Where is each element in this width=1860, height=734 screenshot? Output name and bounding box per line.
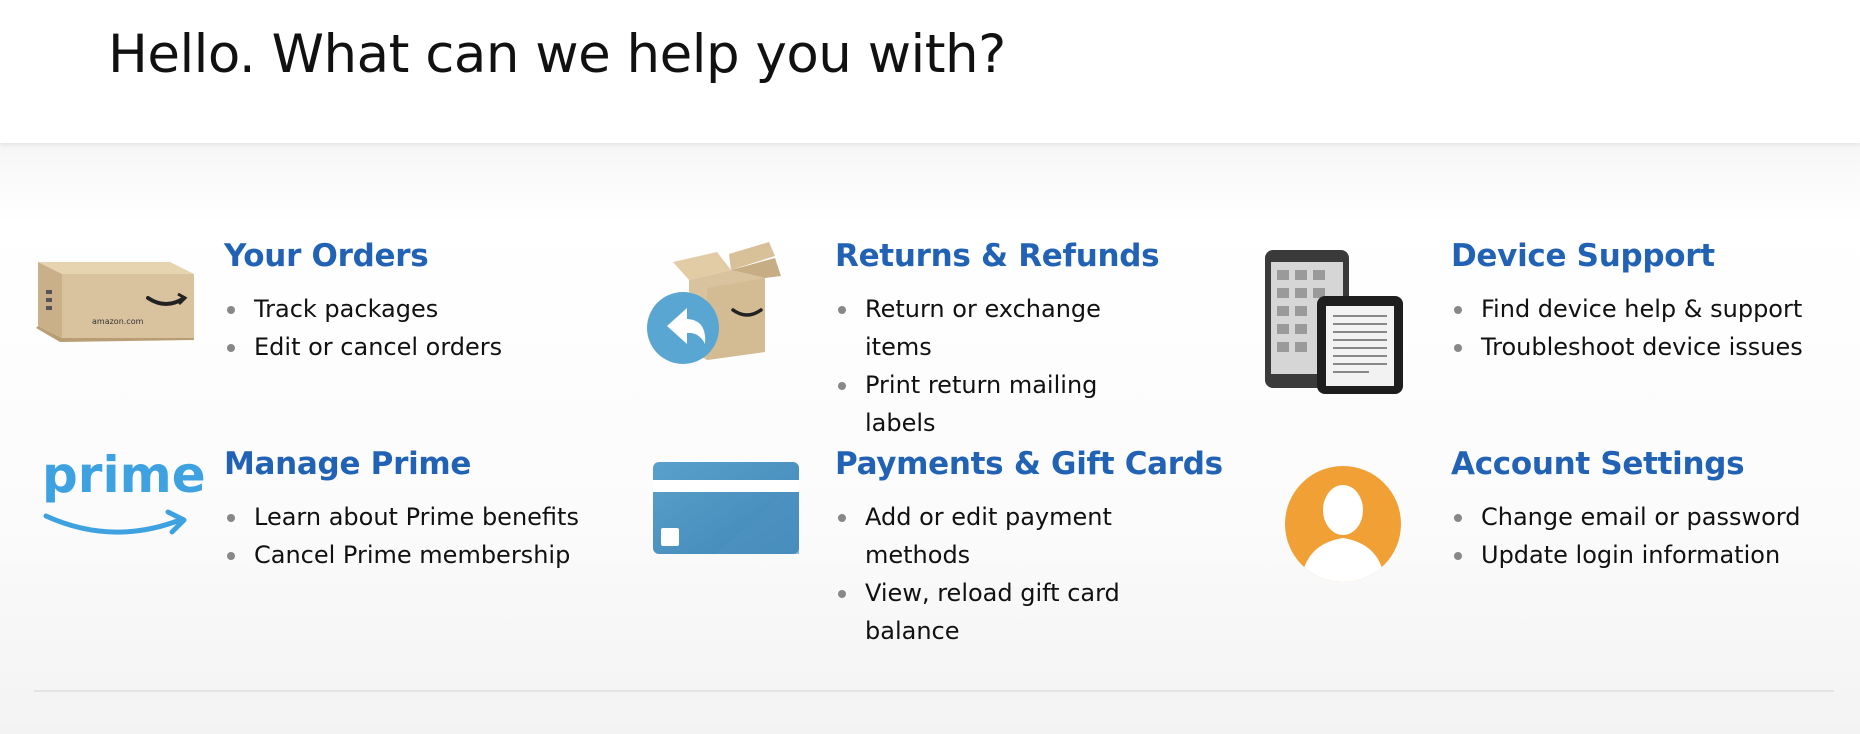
your-orders-list: Track packages Edit or cancel orders bbox=[227, 290, 624, 366]
page-header: Hello. What can we help you with? bbox=[0, 0, 1860, 143]
edit-cancel-orders-link[interactable]: Edit or cancel orders bbox=[227, 328, 624, 366]
payments-gift-cards-link[interactable]: Payments & Gift Cards bbox=[835, 446, 1223, 482]
svg-text:amazon.com: amazon.com bbox=[92, 317, 144, 326]
svg-text:prime: prime bbox=[42, 446, 204, 504]
return-exchange-link[interactable]: Return or exchange items bbox=[838, 290, 1155, 366]
returns-refunds-link[interactable]: Returns & Refunds bbox=[835, 238, 1160, 274]
change-email-password-link[interactable]: Change email or password bbox=[1454, 498, 1851, 536]
payments-gift-cards-list: Add or edit payment methods View, reload… bbox=[838, 498, 1155, 650]
manage-prime-list: Learn about Prime benefits Cancel Prime … bbox=[227, 498, 624, 574]
account-settings-list: Change email or password Update login in… bbox=[1454, 498, 1851, 574]
page-title: Hello. What can we help you with? bbox=[108, 24, 1006, 85]
return-box-icon[interactable] bbox=[645, 232, 815, 402]
device-support-list: Find device help & support Troubleshoot … bbox=[1454, 290, 1851, 366]
your-orders-link[interactable]: Your Orders bbox=[224, 238, 429, 274]
section-divider bbox=[34, 690, 1834, 692]
manage-prime-link[interactable]: Manage Prime bbox=[224, 446, 471, 482]
kindle-devices-icon[interactable] bbox=[1259, 232, 1429, 402]
edit-payment-methods-link[interactable]: Add or edit payment methods bbox=[838, 498, 1155, 574]
troubleshoot-device-link[interactable]: Troubleshoot device issues bbox=[1454, 328, 1851, 366]
account-settings-link[interactable]: Account Settings bbox=[1451, 446, 1745, 482]
device-support-link[interactable]: Device Support bbox=[1451, 238, 1715, 274]
user-avatar-icon[interactable] bbox=[1259, 440, 1429, 610]
cancel-prime-link[interactable]: Cancel Prime membership bbox=[227, 536, 624, 574]
track-packages-link[interactable]: Track packages bbox=[227, 290, 624, 328]
credit-card-icon[interactable] bbox=[645, 440, 815, 610]
print-return-labels-link[interactable]: Print return mailing labels bbox=[838, 366, 1155, 442]
prime-benefits-link[interactable]: Learn about Prime benefits bbox=[227, 498, 624, 536]
prime-logo-icon[interactable]: prime bbox=[34, 440, 206, 610]
cardboard-box-icon[interactable]: amazon.com bbox=[34, 232, 204, 402]
update-login-info-link[interactable]: Update login information bbox=[1454, 536, 1851, 574]
find-device-help-link[interactable]: Find device help & support bbox=[1454, 290, 1851, 328]
returns-refunds-list: Return or exchange items Print return ma… bbox=[838, 290, 1155, 442]
gift-card-balance-link[interactable]: View, reload gift card balance bbox=[838, 574, 1155, 650]
